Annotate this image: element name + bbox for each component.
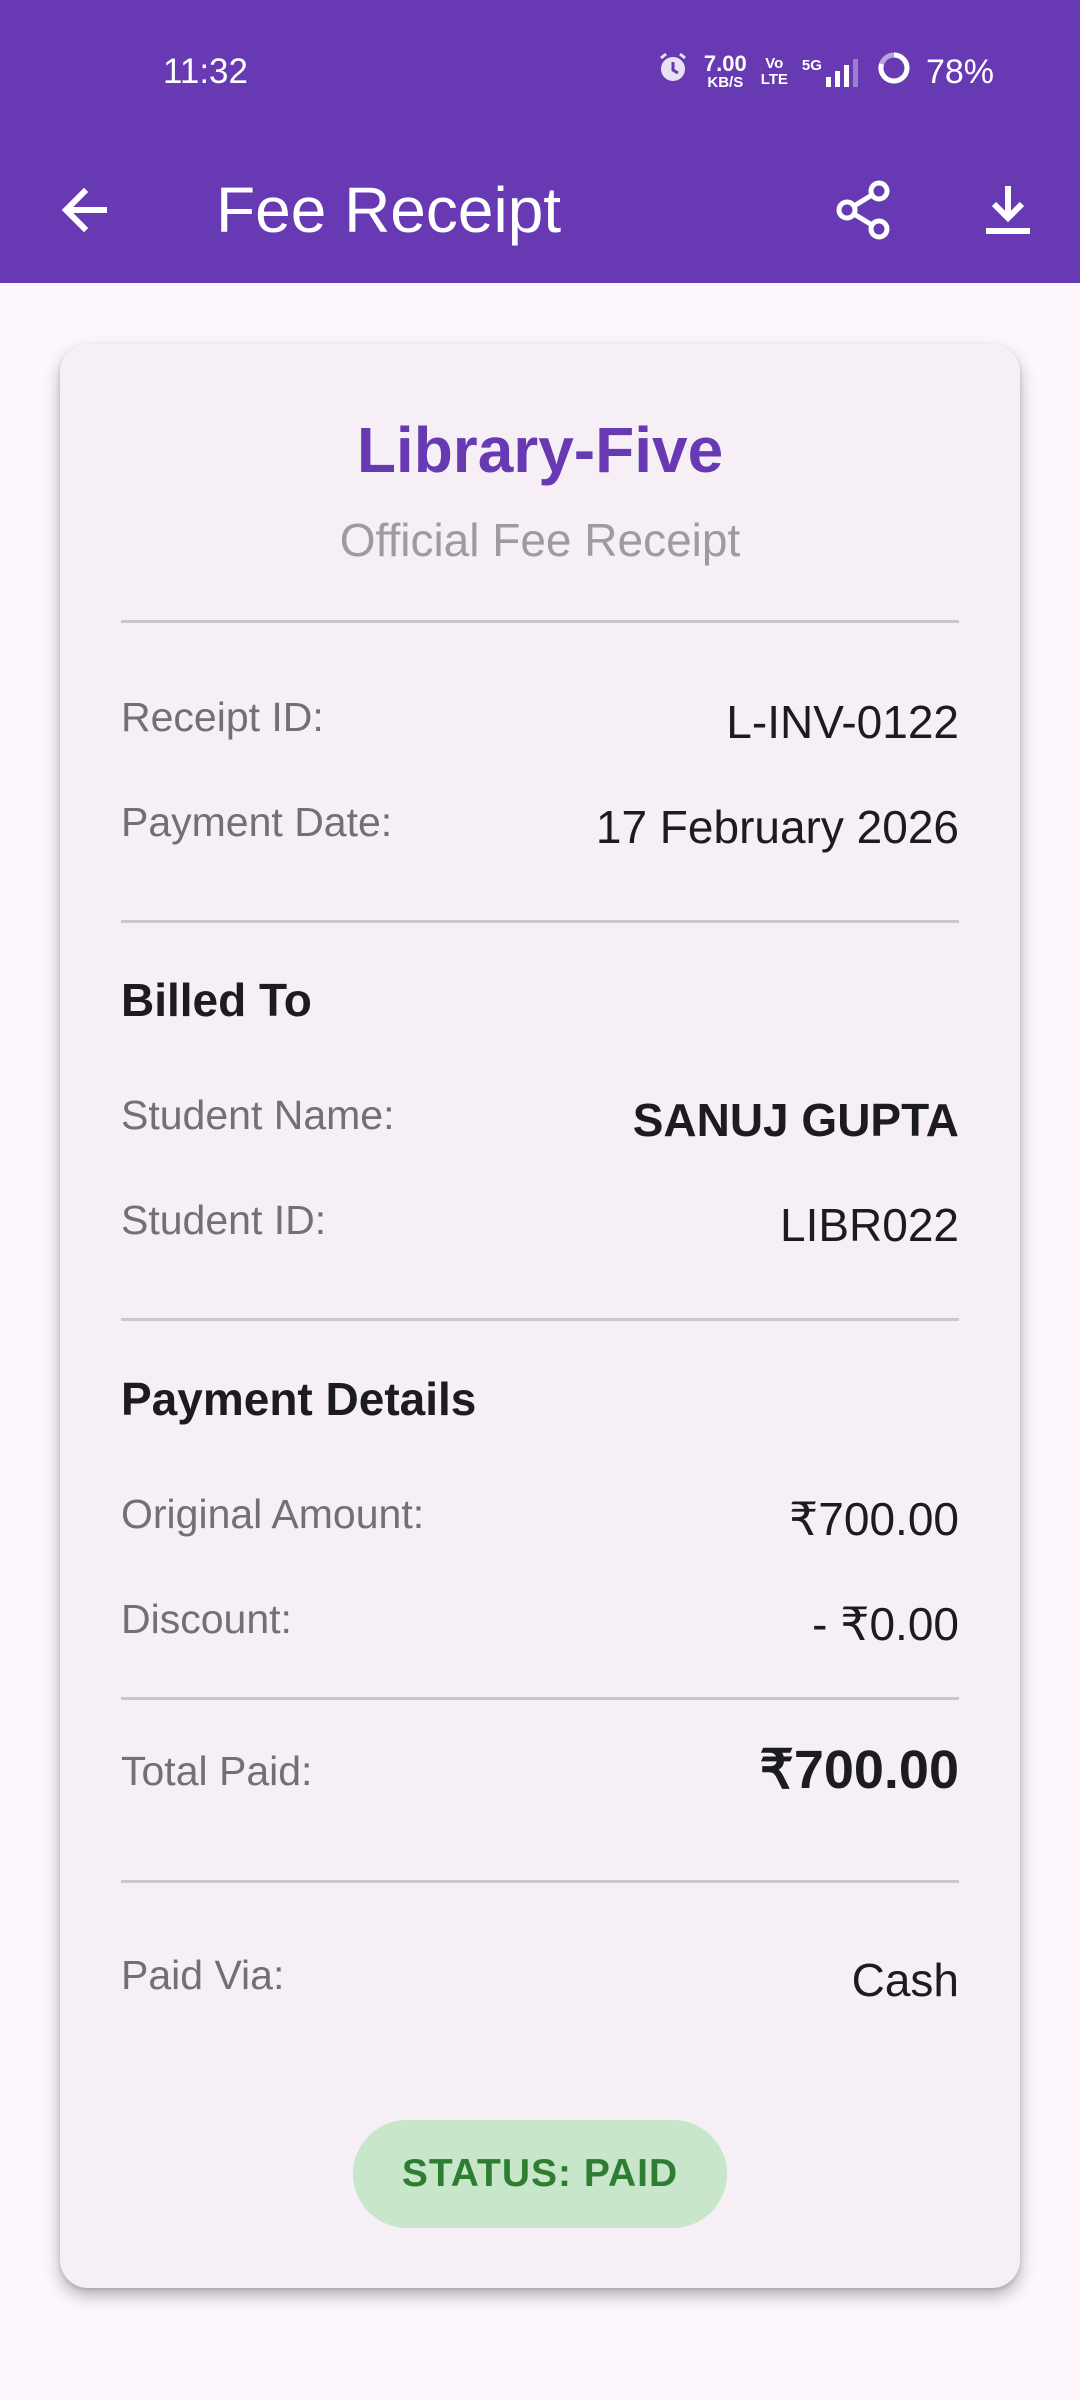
discount-label: Discount:: [121, 1596, 292, 1642]
original-amount-label: Original Amount:: [121, 1491, 425, 1537]
paid-via-value: Cash: [851, 1954, 959, 2006]
student-id-value: LIBR022: [779, 1199, 959, 1251]
divider: [121, 1318, 959, 1321]
student-name-value: SANUJ GUPTA: [632, 1094, 959, 1146]
receipt-id-label: Receipt ID:: [121, 694, 324, 740]
total-paid-value: ₹700.00: [759, 1740, 959, 1800]
page-title: Fee Receipt: [216, 174, 562, 246]
receipt-id-row: Receipt ID: L-INV-0122: [121, 692, 959, 756]
divider: [121, 920, 959, 923]
status-time: 11:32: [163, 52, 248, 91]
billed-to-heading: Billed To: [121, 974, 312, 1026]
discount-value: - ₹0.00: [812, 1598, 959, 1650]
paid-via-row: Paid Via: Cash: [121, 1950, 959, 2014]
total-paid-row: Total Paid: ₹700.00: [121, 1742, 959, 1810]
status-bar: 11:32 7.00 KB/S Vo LTE 5G 78%: [0, 0, 1080, 140]
receipt-card: Library-Five Official Fee Receipt Receip…: [60, 344, 1020, 2288]
student-id-label: Student ID:: [121, 1197, 327, 1243]
alarm-icon: [656, 51, 690, 94]
share-icon[interactable]: [824, 170, 904, 250]
divider: [121, 1697, 959, 1700]
payment-details-heading: Payment Details: [121, 1373, 477, 1425]
student-name-label: Student Name:: [121, 1092, 395, 1138]
signal-icon: 5G: [802, 57, 862, 87]
student-name-row: Student Name: SANUJ GUPTA: [121, 1090, 959, 1154]
status-icons: 7.00 KB/S Vo LTE 5G 78%: [656, 50, 994, 94]
payment-date-label: Payment Date:: [121, 799, 393, 845]
payment-date-value: 17 February 2026: [595, 801, 959, 853]
payment-date-row: Payment Date: 17 February 2026: [121, 797, 959, 861]
discount-row: Discount: - ₹0.00: [121, 1594, 959, 1658]
battery-icon: [876, 50, 912, 95]
receipt-subtitle: Official Fee Receipt: [339, 514, 741, 566]
back-arrow-icon[interactable]: [44, 170, 124, 250]
library-name: Library-Five: [356, 414, 724, 486]
divider: [121, 620, 959, 623]
paid-via-label: Paid Via:: [121, 1952, 285, 1998]
total-paid-label: Total Paid:: [121, 1748, 313, 1794]
app-bar: Fee Receipt: [0, 140, 1080, 283]
status-badge: STATUS: PAID: [353, 2120, 727, 2228]
net-speed: 7.00 KB/S: [703, 51, 747, 91]
original-amount-value: ₹700.00: [789, 1493, 959, 1545]
battery-percent: 78%: [925, 52, 994, 91]
volte-indicator: Vo LTE: [760, 55, 788, 88]
divider: [121, 1880, 959, 1883]
student-id-row: Student ID: LIBR022: [121, 1195, 959, 1259]
download-icon[interactable]: [968, 170, 1048, 250]
original-amount-row: Original Amount: ₹700.00: [121, 1489, 959, 1553]
receipt-id-value: L-INV-0122: [726, 696, 959, 748]
